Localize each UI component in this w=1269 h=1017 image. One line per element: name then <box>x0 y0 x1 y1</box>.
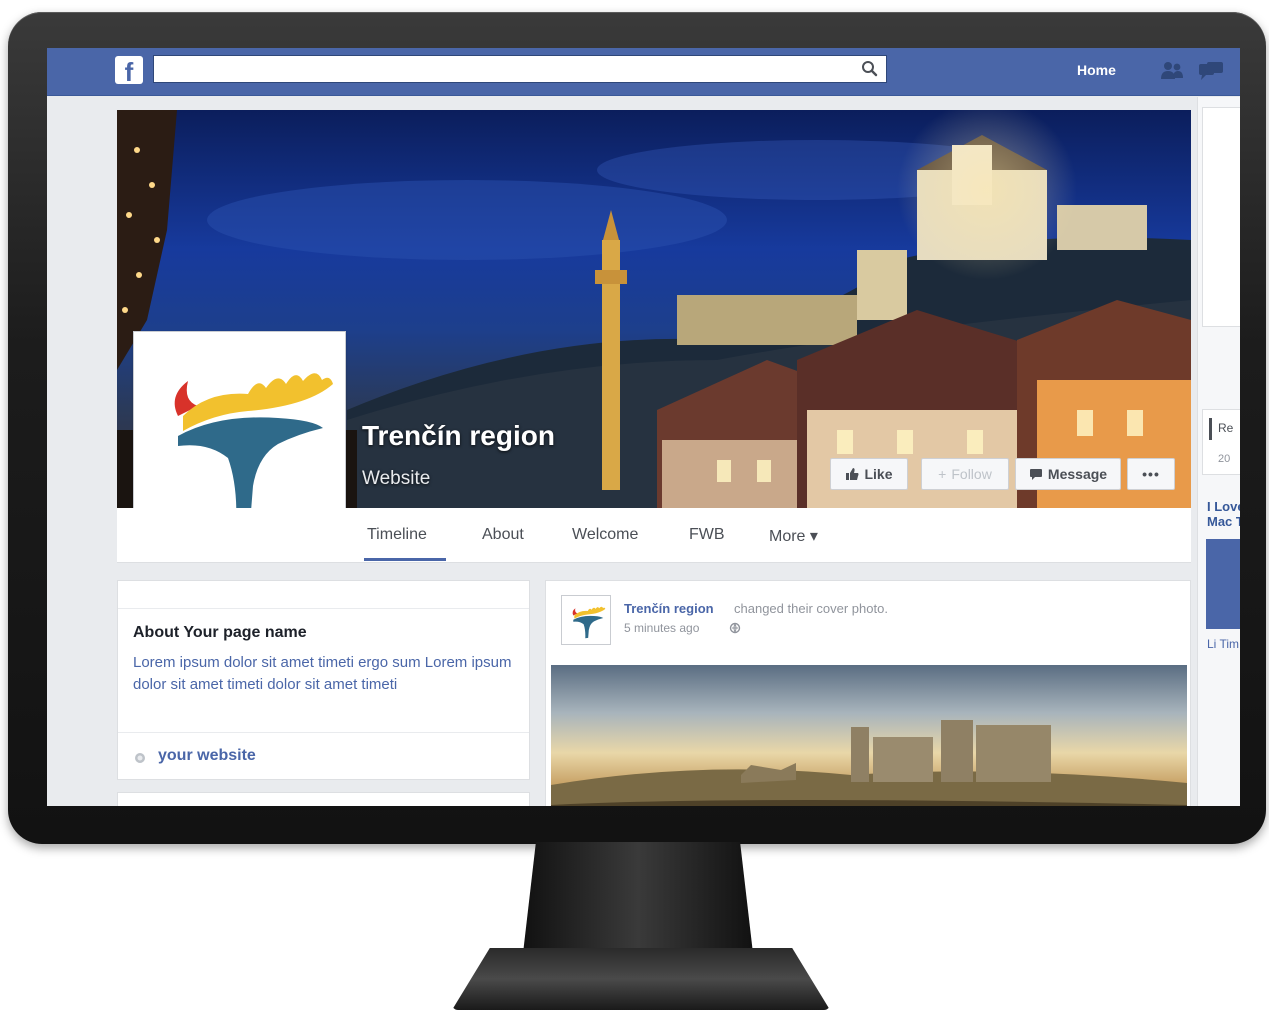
message-button-label: Message <box>1047 466 1108 482</box>
post-action-text: changed their cover photo. <box>734 601 888 616</box>
sidebar-text: 20 <box>1218 453 1231 465</box>
search-input[interactable] <box>153 55 887 83</box>
sidebar-image[interactable] <box>1206 539 1240 629</box>
sidebar-marker <box>1209 418 1212 440</box>
secondary-card <box>117 792 530 806</box>
follow-plus-icon: + <box>938 466 947 482</box>
about-description: Lorem ipsum dolor sit amet timeti ergo s… <box>133 654 512 693</box>
globe-icon <box>729 622 741 634</box>
divider <box>118 732 529 733</box>
sidebar-card <box>1202 409 1240 475</box>
sidebar-like[interactable]: Li Tim <box>1207 637 1239 651</box>
messages-icon[interactable] <box>1197 60 1225 82</box>
tab-welcome[interactable]: Welcome <box>572 526 638 544</box>
post-author-avatar[interactable] <box>561 595 611 645</box>
like-button-label: Like <box>864 466 893 482</box>
monitor-stand-base <box>452 948 830 1010</box>
screen: f Home Re 20 I Love Mac T Li Tim <box>47 48 1240 806</box>
sidebar-card <box>1202 107 1240 327</box>
follow-button-label: Follow <box>951 466 992 482</box>
right-sidebar: Re 20 I Love Mac T Li Tim <box>1197 97 1240 806</box>
more-options-button[interactable]: ••• <box>1127 458 1175 490</box>
about-card-header <box>118 581 529 609</box>
like-button[interactable]: Like <box>830 458 908 490</box>
timeline-post: Trenčín region changed their cover photo… <box>545 580 1191 806</box>
trencin-region-logo <box>572 606 606 639</box>
follow-button[interactable]: + Follow <box>921 458 1009 490</box>
search-icon[interactable] <box>859 59 881 79</box>
message-button[interactable]: Message <box>1015 458 1121 490</box>
tab-about[interactable]: About <box>482 526 524 544</box>
page-tab-bar: Timeline About Welcome FWB More ▾ <box>117 508 1191 563</box>
like-thumb-icon <box>846 468 859 480</box>
post-timestamp[interactable]: 5 minutes ago <box>624 621 699 635</box>
message-bubble-icon <box>1029 469 1042 480</box>
tab-timeline[interactable]: Timeline <box>367 526 427 544</box>
active-tab-indicator <box>364 558 446 561</box>
sidebar-text: Re <box>1218 421 1234 435</box>
home-link[interactable]: Home <box>1077 62 1116 78</box>
website-link[interactable]: your website <box>158 747 256 765</box>
globe-icon <box>135 753 145 763</box>
post-author-link[interactable]: Trenčín region <box>624 601 714 616</box>
about-title: About Your page name <box>133 624 307 641</box>
post-photo[interactable] <box>551 665 1187 806</box>
castle-photo-illustration <box>551 720 1187 806</box>
page-category: Website <box>362 468 431 489</box>
tab-fwb[interactable]: FWB <box>689 526 725 544</box>
sidebar-link[interactable]: I Love Mac T <box>1207 499 1240 529</box>
top-navigation-bar: f Home <box>47 48 1240 96</box>
facebook-logo[interactable]: f <box>115 56 143 84</box>
monitor-stand-neck <box>522 842 754 962</box>
about-card: About Your page name Lorem ipsum dolor s… <box>117 580 530 780</box>
friends-icon[interactable] <box>1159 60 1185 82</box>
page-name[interactable]: Trenčín region <box>362 420 555 452</box>
tab-more[interactable]: More ▾ <box>769 526 818 546</box>
left-gutter <box>47 97 117 806</box>
